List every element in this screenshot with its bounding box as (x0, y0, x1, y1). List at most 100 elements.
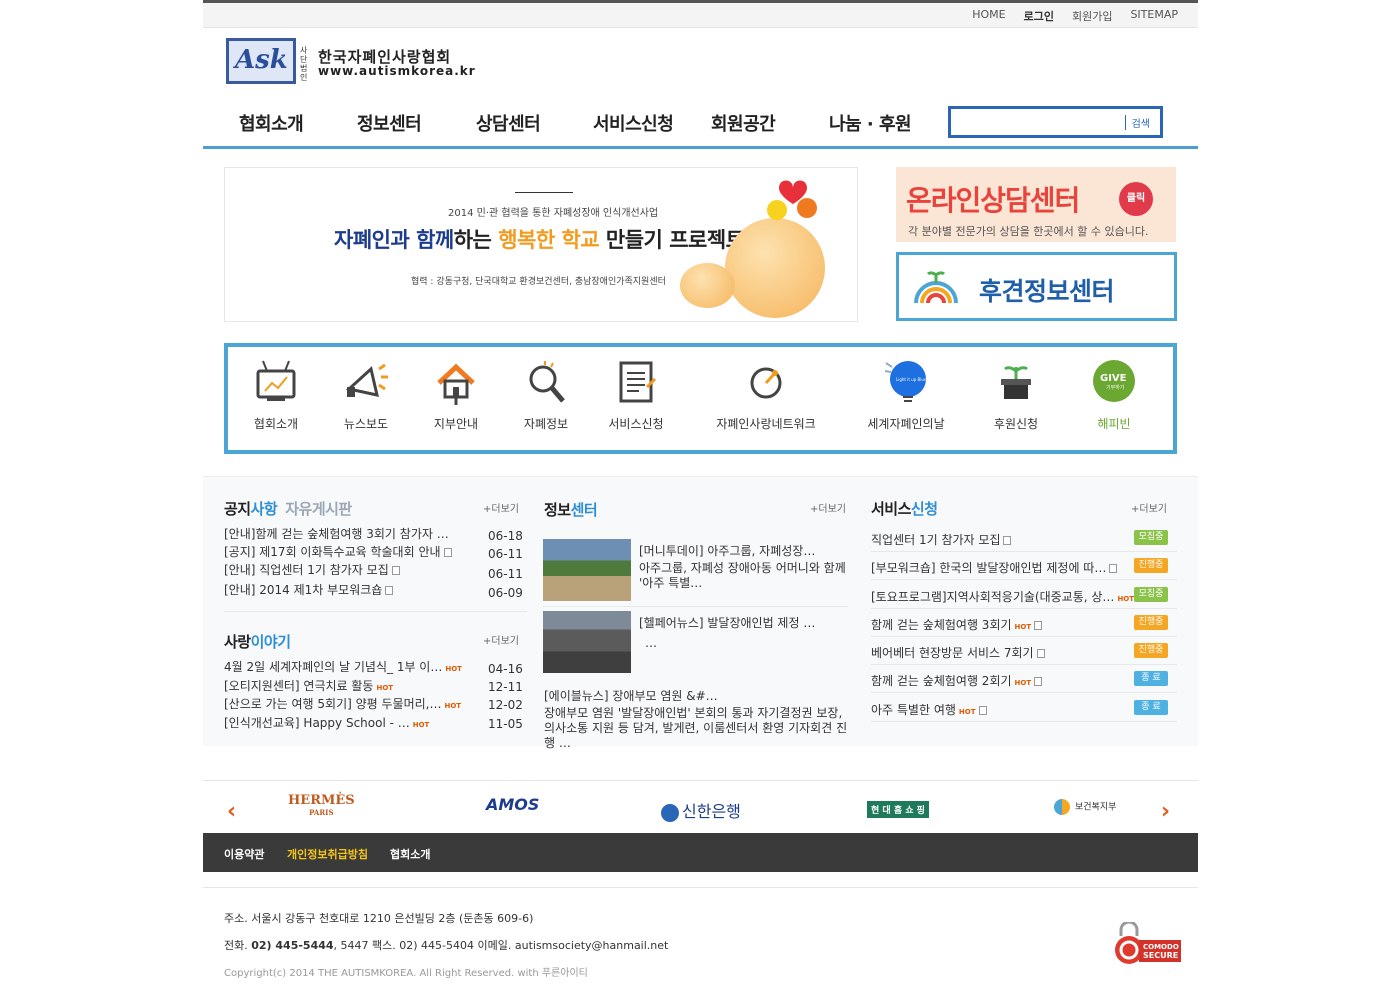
divider (871, 721, 1177, 722)
quick-network[interactable]: 자폐인사랑네트워크 (716, 357, 816, 432)
util-home-link[interactable]: HOME (972, 8, 1005, 24)
tab-free-board[interactable]: 자유게시판 (285, 500, 352, 518)
footer-about-link[interactable]: 협회소개 (390, 846, 430, 862)
amos-logo[interactable]: AMOS (486, 795, 539, 814)
info-item-body: … (645, 636, 657, 650)
quick-donation[interactable]: 후원신청 (976, 357, 1056, 432)
shinhan-logo[interactable]: 신한은행 (661, 798, 741, 822)
nav-member-space[interactable]: 회원공간 (711, 110, 776, 136)
footer-terms-link[interactable]: 이용약관 (224, 846, 264, 862)
service-item[interactable]: 아주 특별한 여행 HOT (871, 701, 987, 718)
notice-more-link[interactable]: +더보기 (483, 500, 519, 515)
info-item-title[interactable]: [헬페어뉴스] 발달장애인법 제정 … (639, 614, 815, 631)
magnifier-icon (523, 357, 569, 407)
util-sitemap-link[interactable]: SITEMAP (1130, 8, 1178, 24)
notice-item[interactable]: [안내]함께 걷는 숲체험여행 3회기 참가자 … (224, 525, 449, 542)
info-item-title[interactable]: [에이블뉴스] 장애부모 염원 &#… (544, 687, 718, 704)
info-more-link[interactable]: +더보기 (810, 500, 846, 515)
info-heading: 정보센터 (544, 501, 598, 519)
hot-badge: HOT (445, 665, 462, 673)
footer-nav: 이용약관 개인정보취급방침 협회소개 (203, 833, 1198, 872)
quick-branch[interactable]: 지부안내 (416, 357, 496, 432)
hyundai-homeshopping-logo[interactable]: 현 대 홈 쇼 핑 (867, 801, 929, 818)
notice-tabs: 공지사항 자유게시판 (224, 498, 352, 519)
ask-logo-mark: Ask (226, 38, 296, 84)
news-thumbnail[interactable] (543, 539, 631, 601)
service-item[interactable]: 베어베터 현장방문 서비스 7회기 (871, 644, 1045, 661)
service-item[interactable]: [토요프로그램]지역사회적응기술(대중교통, 상… HOT (871, 588, 1146, 605)
search-input[interactable] (955, 113, 1115, 131)
util-join-link[interactable]: 회원가입 (1072, 8, 1112, 24)
story-heading: 사랑이야기 (224, 633, 291, 651)
story-date: 12-02 (488, 698, 523, 712)
news-thumbnail[interactable] (543, 611, 631, 673)
nav-counsel-center[interactable]: 상담센터 (476, 110, 541, 136)
hermes-logo[interactable]: HERMÈS PARIS (288, 793, 355, 817)
hot-badge: HOT (958, 708, 976, 716)
site-logo[interactable]: Ask 사단 법인 한국자폐인사랑협회 www.autismkorea.kr (226, 38, 475, 88)
search-box: 검색 (948, 106, 1163, 138)
quick-autism-info[interactable]: 자폐정보 (506, 357, 586, 432)
story-item[interactable]: 4월 2일 세계자폐인의 날 기념식_ 1부 이… HOT (224, 658, 462, 675)
status-badge: 진행중 (1134, 558, 1168, 573)
quick-about[interactable]: 협회소개 (236, 357, 316, 432)
service-item[interactable]: 직업센터 1기 참가자 모집 (871, 531, 1012, 548)
status-badge: 진행중 (1134, 615, 1168, 630)
quick-service[interactable]: 서비스신청 (596, 357, 676, 432)
hot-badge: HOT (1117, 595, 1135, 603)
status-badge: 모집중 (1134, 587, 1168, 602)
hot-badge: HOT (444, 702, 462, 710)
main-banner[interactable]: 2014 민·관 협력을 통한 자폐성장애 인식개선사업 자폐인과 함께하는 행… (224, 167, 858, 322)
hot-badge: HOT (1014, 679, 1032, 687)
nav-info-center[interactable]: 정보센터 (357, 110, 422, 136)
nav-service-apply[interactable]: 서비스신청 (593, 110, 674, 136)
divider (871, 579, 1177, 580)
sponsor-strip: ‹ HERMÈS PARIS AMOS 신한은행 현 대 홈 쇼 핑 보건복지부 … (203, 780, 1198, 832)
megaphone-icon (343, 357, 389, 407)
info-item-title[interactable]: [머니투데이] 아주그룹, 자폐성장… (639, 542, 815, 559)
status-badge: 종 료 (1134, 671, 1168, 686)
banner-subtitle: 2014 민·관 협력을 통한 자폐성장애 인식개선사업 (448, 208, 659, 219)
tab-notice[interactable]: 공지사항 (224, 500, 278, 518)
service-more-link[interactable]: +더보기 (1131, 500, 1167, 515)
story-item[interactable]: [인식개선교육] Happy School - … HOT (224, 714, 429, 731)
sponsor-prev-button[interactable]: ‹ (227, 799, 236, 824)
divider (871, 692, 1177, 693)
quick-autism-day[interactable]: Light it up Blue! 세계자폐인의날 (866, 357, 946, 432)
quick-happybean[interactable]: GIVE 기부하기 해피빈 (1074, 357, 1154, 432)
nav-donation[interactable]: 나눔 · 후원 (829, 110, 912, 136)
status-badge: 종 료 (1134, 700, 1168, 715)
sponsor-next-button[interactable]: › (1161, 799, 1170, 824)
service-item[interactable]: 함께 걷는 숲체험여행 3회기 HOT (871, 616, 1043, 633)
give-icon: GIVE 기부하기 (1091, 357, 1137, 407)
divider (871, 664, 1177, 665)
quick-news[interactable]: 뉴스보도 (326, 357, 406, 432)
hot-badge: HOT (1014, 623, 1032, 631)
story-more-link[interactable]: +더보기 (483, 632, 519, 647)
story-item[interactable]: [산으로 가는 여행 5회기] 양평 두물머리,… HOT (224, 695, 461, 712)
file-icon (385, 586, 394, 595)
notice-item[interactable]: [공지] 제17회 이화특수교육 학술대회 안내 (224, 543, 452, 560)
search-button[interactable]: 검색 (1124, 115, 1150, 130)
footer-privacy-link[interactable]: 개인정보취급방침 (287, 846, 368, 862)
mohw-logo[interactable]: 보건복지부 (1054, 799, 1116, 815)
comodo-secure-badge[interactable]: COMODO SECURE (1115, 920, 1181, 966)
service-item[interactable]: [부모워크숍] 한국의 발달장애인법 제정에 따… (871, 559, 1118, 576)
story-item[interactable]: [오티지원센터] 연극치료 활동 HOT (224, 677, 393, 694)
util-login-link[interactable]: 로그인 (1024, 8, 1054, 24)
service-item[interactable]: 함께 걷는 숲체험여행 2회기 HOT (871, 672, 1043, 689)
online-counsel-banner[interactable]: 온라인상담센터 클릭 각 분야별 전문가의 상담을 한곳에서 할 수 있습니다. (896, 167, 1176, 242)
nav-about[interactable]: 협회소개 (239, 110, 304, 136)
tv-icon (253, 357, 299, 407)
file-icon (1036, 649, 1045, 658)
lightbulb-icon: Light it up Blue! (883, 357, 929, 407)
rainbow-sprout-icon (914, 271, 958, 304)
house-icon (433, 357, 479, 407)
guardian-info-banner[interactable]: 후견정보센터 (896, 252, 1177, 321)
svg-text:Light it up Blue!: Light it up Blue! (896, 377, 928, 382)
divider (224, 611, 527, 612)
notice-item[interactable]: [안내] 2014 제1차 부모워크숍 (224, 581, 394, 598)
notice-item[interactable]: [안내] 직업센터 1기 참가자 모집 (224, 561, 400, 578)
svg-text:SECURE: SECURE (1143, 951, 1178, 960)
notice-date: 06-09 (488, 586, 523, 600)
